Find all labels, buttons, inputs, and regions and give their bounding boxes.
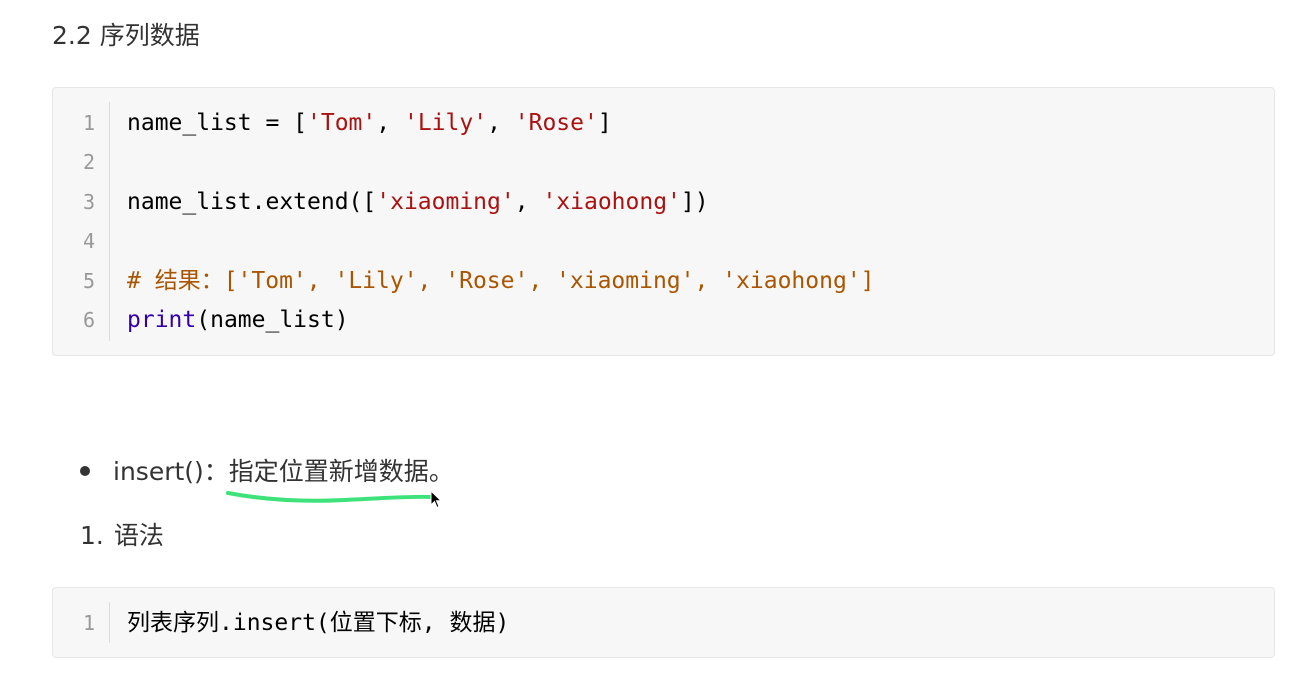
green-hand-drawn-underline bbox=[225, 491, 432, 503]
code-token-plain: name_list = [ bbox=[127, 110, 308, 136]
line-number: 1 bbox=[82, 611, 95, 635]
section-heading: 2.2 序列数据 bbox=[52, 21, 200, 50]
code-token-comment: # 结果：['Tom', 'Lily', 'Rose', 'xiaoming',… bbox=[127, 267, 875, 294]
code-token-plain: , bbox=[487, 110, 515, 136]
line-number: 5 bbox=[82, 268, 95, 293]
code-text: 列表序列.insert(位置下标, 数据) bbox=[127, 604, 509, 643]
line-number: 2 bbox=[82, 150, 95, 175]
code-line: 4 bbox=[53, 222, 1274, 261]
code-text: name_list.extend(['xiaoming', 'xiaohong'… bbox=[127, 183, 709, 222]
code-text: # 结果：['Tom', 'Lily', 'Rose', 'xiaoming',… bbox=[127, 262, 875, 301]
ordered-list-text: 语法 bbox=[113, 521, 164, 550]
line-number: 4 bbox=[82, 229, 95, 254]
highlighted-text: 指定位置新增数据 bbox=[228, 457, 429, 486]
code-token-plain: 列表序列.insert(位置下标, 数据) bbox=[127, 610, 510, 636]
line-number: 3 bbox=[82, 189, 95, 214]
code-token-str: 'Rose' bbox=[514, 110, 598, 136]
code-line: 5 # 结果：['Tom', 'Lily', 'Rose', 'xiaoming'… bbox=[53, 262, 1274, 301]
code-token-plain: (name_list) bbox=[196, 306, 349, 333]
code-token-kw: print bbox=[127, 306, 197, 333]
code-block-extend-example[interactable]: 1 name_list = ['Tom', 'Lily', 'Rose'] 2 3 na… bbox=[52, 87, 1275, 356]
mouse-pointer-icon bbox=[430, 490, 443, 509]
code-text: print(name_list) bbox=[127, 301, 349, 340]
code-token-str: 'xiaoming' bbox=[376, 188, 515, 215]
code-line: 3 name_list.extend(['xiaoming', 'xiaohong… bbox=[53, 183, 1274, 222]
highlighted-phrase: 指定位置新增数据 bbox=[225, 450, 432, 503]
code-text: name_list = ['Tom', 'Lily', 'Rose'] bbox=[127, 104, 612, 143]
code-token-plain: , bbox=[514, 188, 543, 215]
code-token-plain: ] bbox=[597, 110, 612, 136]
code-lines: 1 列表序列.insert(位置下标, 数据) bbox=[53, 604, 1274, 643]
bullet-prefix: insert()： bbox=[113, 457, 229, 486]
code-token-str: 'Lily' bbox=[403, 110, 488, 136]
code-lines: 1 name_list = ['Tom', 'Lily', 'Rose'] 2 3 na… bbox=[53, 104, 1274, 340]
bullet-suffix: 。 bbox=[428, 457, 454, 486]
code-token-str: 'Tom' bbox=[307, 110, 377, 136]
code-line: 1 列表序列.insert(位置下标, 数据) bbox=[53, 604, 1274, 643]
code-token-str: 'xiaohong' bbox=[542, 188, 681, 215]
ordered-list-item-syntax: 1. 语法 bbox=[80, 516, 164, 556]
code-block-insert-syntax[interactable]: 1 列表序列.insert(位置下标, 数据) bbox=[52, 587, 1275, 658]
code-line: 1 name_list = ['Tom', 'Lily', 'Rose'] bbox=[53, 104, 1274, 143]
bullet-item-insert: insert()：指定位置新增数据。 bbox=[80, 450, 454, 503]
code-token-plain: ]) bbox=[680, 188, 709, 215]
code-line: 2 bbox=[53, 143, 1274, 182]
code-token-plain: name_list.extend([ bbox=[127, 188, 377, 215]
line-number: 6 bbox=[82, 307, 95, 332]
line-number: 1 bbox=[82, 111, 95, 135]
code-token-plain: , bbox=[376, 110, 404, 136]
bullet-dot-icon bbox=[80, 466, 90, 476]
code-line: 6 print(name_list) bbox=[53, 301, 1274, 340]
ordered-list-number: 1. bbox=[80, 521, 104, 550]
